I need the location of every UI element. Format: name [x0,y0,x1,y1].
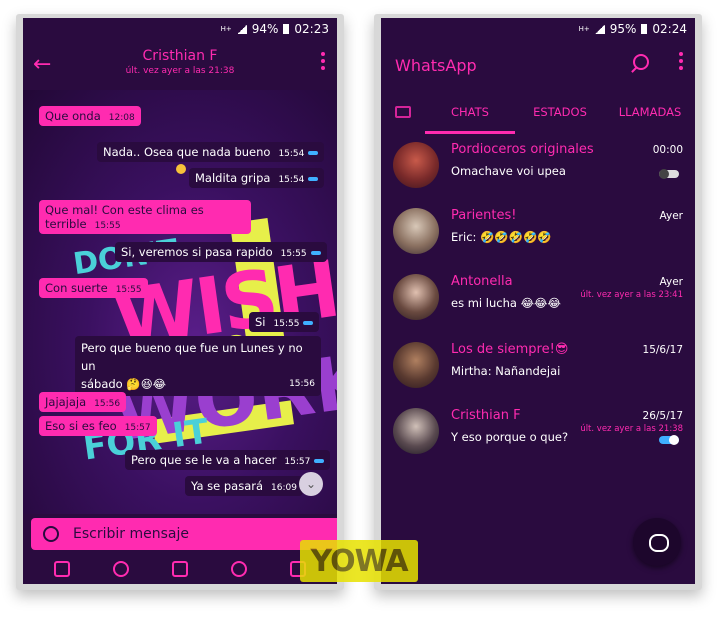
chat-date: Ayer [659,210,683,222]
avatar [393,342,439,388]
chat-preview: Omachave voi upea [451,164,566,178]
map-icon[interactable] [171,561,188,577]
battery-icon [283,24,290,34]
message-bubble[interactable]: Pero que bueno que fue un Lunes y no un s… [75,336,321,396]
read-receipt-icon [314,458,325,463]
menu-icon[interactable] [321,52,325,70]
chat-name: Pordioceros originales [451,142,594,157]
chat-list-screen: H+ 95% 02:24 WhatsApp CHATS ESTADOS LLAM… [381,18,695,584]
camera-icon [395,106,411,118]
scroll-to-bottom-button[interactable]: ⌄ [299,472,323,496]
message-input[interactable] [73,526,293,542]
signal-icon [594,24,605,34]
message-bubble[interactable]: Eso si es feo 15:57 [39,416,157,436]
toggle[interactable] [659,435,679,445]
gallery-icon[interactable] [54,561,71,577]
compose-bar [31,518,337,550]
message-bubble[interactable]: Que onda 12:08 [39,106,141,126]
chat-wallpaper: DON'T WISH FOR WORK FOR IT Que onda12:08… [23,90,337,514]
avatar [393,142,439,188]
read-receipt-icon [308,150,319,155]
chat-date: 00:00 [652,144,683,156]
chat-preview: es mi lucha 😂😂😂 [451,296,561,310]
app-header: WhatsApp [381,40,695,90]
message-bubble[interactable]: Nada.. Osea que nada bueno 15:54 [97,142,325,162]
chat-list-item[interactable]: Antonella es mi lucha 😂😂😂 Ayer últ. vez … [381,266,695,330]
message-bubble[interactable]: Pero que se le va a hacer 15:57 [125,450,331,470]
clock: 02:24 [652,22,687,36]
chat-last-seen: últ. vez ayer a las 23:41 [580,290,683,300]
chat-list-item[interactable]: Cristhian F Y eso porque o que? 26/5/17 … [381,400,695,464]
app-title: WhatsApp [395,56,477,75]
read-receipt-icon [303,320,314,325]
network-type: H+ [220,24,232,33]
message-bubble[interactable]: Si 15:55 [249,312,320,332]
network-type: H+ [578,24,590,33]
message-bubble[interactable]: Que mal! Con este clima es terrible 15:55 [39,200,251,234]
music-icon[interactable] [113,561,130,577]
message-bubble[interactable]: Ya se pasará 16:09 [185,476,303,496]
chat-header: ← Cristhian F últ. vez ayer a las 21:38 [23,40,337,90]
new-chat-button[interactable] [633,518,681,566]
tab-llamadas[interactable]: LLAMADAS [605,90,695,134]
watermark-logo: YOWA [300,540,418,582]
chat-name: Antonella [451,274,513,289]
chat-date: 26/5/17 [642,410,683,422]
chat-list-item[interactable]: Pordioceros originales Omachave voi upea… [381,134,695,198]
battery-percent: 94% [251,22,279,36]
clock: 02:23 [294,22,329,36]
chat-list-item[interactable]: Los de siempre!😎 Mirtha: Nañandejai 15/6… [381,334,695,398]
chat-preview: Mirtha: Nañandejai [451,364,561,378]
chat-name: Los de siempre!😎 [451,342,569,357]
read-receipt-icon [310,250,321,255]
status-bar: H+ 95% 02:24 [381,18,695,40]
chat-name: Parientes! [451,208,517,223]
chat-last-seen: últ. vez ayer a las 21:38 [580,424,683,434]
chat-name: Cristhian F [451,408,521,423]
emoji-picker-icon[interactable] [43,526,59,542]
avatar [393,208,439,254]
tab-chats[interactable]: CHATS [425,90,515,134]
tab-camera[interactable] [381,106,425,118]
status-bar: H+ 94% 02:23 [23,18,337,40]
tab-bar: CHATS ESTADOS LLAMADAS [381,90,695,134]
signal-icon [236,24,247,34]
attachment-bar [23,554,337,584]
chat-screen: H+ 94% 02:23 ← Cristhian F últ. vez ayer… [23,18,337,584]
read-receipt-icon [308,176,319,181]
menu-icon[interactable] [679,52,683,70]
contact-icon[interactable] [230,561,247,577]
message-bubble[interactable]: Si, veremos si pasa rapido 15:55 [115,242,327,262]
battery-percent: 95% [609,22,637,36]
left-phone-frame: H+ 94% 02:23 ← Cristhian F últ. vez ayer… [16,14,344,590]
chat-date: 15/6/17 [642,344,683,356]
message-bubble[interactable]: Jajajaja 15:56 [39,392,127,412]
last-seen-status: últ. vez ayer a las 21:38 [125,66,235,76]
chat-list: Pordioceros originales Omachave voi upea… [381,134,695,584]
contact-name[interactable]: Cristhian F [23,48,337,64]
avatar [393,274,439,320]
battery-icon [641,24,648,34]
search-icon[interactable] [633,54,649,70]
message-bubble[interactable]: Maldita gripa 15:54 [189,168,325,188]
chat-list-item[interactable]: Parientes! Eric: 🤣🤣🤣🤣🤣 Ayer [381,200,695,264]
toggle[interactable] [659,169,679,179]
chat-preview: Eric: 🤣🤣🤣🤣🤣 [451,230,552,244]
watermark-text: YOWA [310,543,408,579]
chat-date: Ayer [659,276,683,288]
right-phone-frame: H+ 95% 02:24 WhatsApp CHATS ESTADOS LLAM… [374,14,702,590]
emoji-icon [176,164,186,174]
message-bubble[interactable]: Con suerte 15:55 [39,278,148,298]
tab-estados[interactable]: ESTADOS [515,90,605,134]
avatar [393,408,439,454]
chat-preview: Y eso porque o que? [451,430,569,444]
